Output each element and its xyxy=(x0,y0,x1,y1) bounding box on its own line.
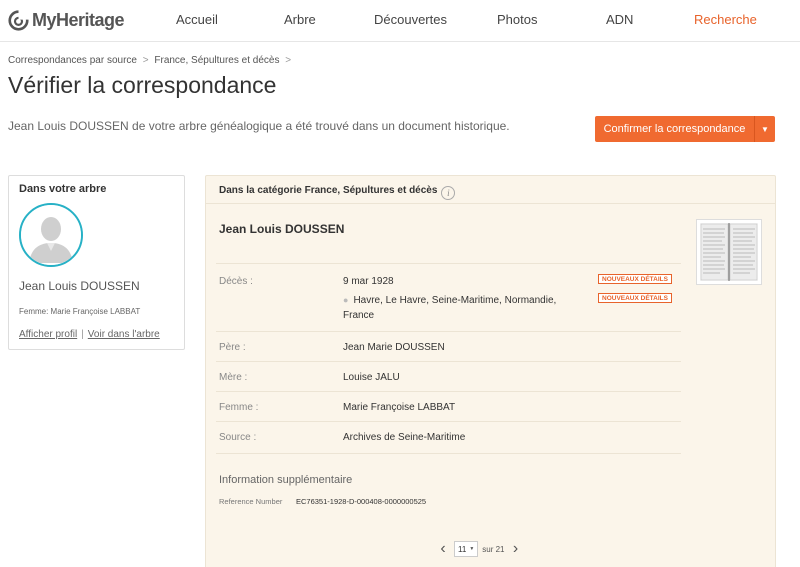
breadcrumb-separator: > xyxy=(285,55,292,66)
death-place: ● Havre, Le Havre, Seine-Maritime, Norman… xyxy=(343,295,556,306)
record-pager: ‹ 11 ▼ sur 21 › xyxy=(436,540,523,558)
record-category-header: Dans la catégorie France, Sépultures et … xyxy=(219,185,456,200)
top-navigation: MyHeritage Accueil Arbre Découvertes Pho… xyxy=(0,0,800,42)
tree-person-name: Jean Louis DOUSSEN xyxy=(19,279,140,293)
location-pin-icon: ● xyxy=(343,295,349,305)
new-details-badge: NOUVEAUX DÉTAILS xyxy=(598,274,672,284)
nav-recherche[interactable]: Recherche xyxy=(694,12,757,27)
father-value: Jean Marie DOUSSEN xyxy=(343,342,445,353)
spouse-value: Marie Françoise LABBAT xyxy=(343,402,456,413)
page-select-value: 11 xyxy=(458,544,467,554)
avatar[interactable] xyxy=(19,203,83,267)
record-category-label: Dans la catégorie France, Sépultures et … xyxy=(219,185,438,196)
chevron-down-icon: ▼ xyxy=(761,124,769,134)
father-label: Père : xyxy=(219,342,246,353)
chevron-right-icon[interactable]: › xyxy=(509,541,523,557)
confirm-match-button[interactable]: Confirmer la correspondance xyxy=(595,116,755,142)
tree-card-title: Dans votre arbre xyxy=(19,183,107,195)
source-value: Archives de Seine-Maritime xyxy=(343,432,466,443)
document-thumbnail[interactable] xyxy=(696,219,762,285)
death-date: 9 mar 1928 xyxy=(343,276,394,287)
death-place-line2: France xyxy=(343,310,375,321)
logo-text: MyHeritage xyxy=(32,9,125,30)
confirm-match-button-group: Confirmer la correspondance ▼ xyxy=(595,116,775,142)
breadcrumb: Correspondances par source > France, Sép… xyxy=(8,55,294,66)
record-panel: Dans la catégorie France, Sépultures et … xyxy=(205,175,776,567)
myheritage-logo[interactable]: MyHeritage xyxy=(8,9,125,31)
link-separator: | xyxy=(81,329,84,340)
mother-label: Mère : xyxy=(219,372,248,383)
info-icon[interactable]: i xyxy=(441,186,456,200)
mother-value: Louise JALU xyxy=(343,372,400,383)
nav-arbre[interactable]: Arbre xyxy=(284,12,316,27)
person-silhouette-icon xyxy=(21,205,81,265)
death-label: Décès : xyxy=(219,276,253,287)
reference-number-label: Reference Number xyxy=(219,497,283,506)
record-panel-header: Dans la catégorie France, Sépultures et … xyxy=(206,176,775,204)
breadcrumb-item-matches-by-source[interactable]: Correspondances par source xyxy=(8,55,137,66)
document-image xyxy=(700,223,758,281)
record-person-name: Jean Louis DOUSSEN xyxy=(219,222,345,236)
nav-accueil[interactable]: Accueil xyxy=(176,12,218,27)
spouse-label: Femme : xyxy=(219,402,259,413)
source-label: Source : xyxy=(219,432,257,443)
breadcrumb-item-collection[interactable]: France, Sépultures et décès xyxy=(154,55,279,66)
chevron-left-icon[interactable]: ‹ xyxy=(436,541,450,557)
nav-decouvertes[interactable]: Découvertes xyxy=(374,12,447,27)
record-field-death: Décès : 9 mar 1928 ● Havre, Le Havre, Sei… xyxy=(216,263,681,331)
record-field-source: Source : Archives de Seine-Maritime xyxy=(216,421,681,453)
breadcrumb-separator: > xyxy=(142,55,149,66)
divider xyxy=(216,453,681,454)
view-in-tree-link[interactable]: Voir dans l'arbre xyxy=(88,329,160,340)
view-profile-link[interactable]: Afficher profil xyxy=(19,329,77,340)
page-total: sur 21 xyxy=(482,544,505,554)
new-details-badge: NOUVEAUX DÉTAILS xyxy=(598,293,672,303)
death-place-line1: Havre, Le Havre, Seine-Maritime, Normand… xyxy=(353,295,557,306)
nav-photos[interactable]: Photos xyxy=(497,12,537,27)
myheritage-logo-icon xyxy=(8,9,29,31)
record-field-father: Père : Jean Marie DOUSSEN xyxy=(216,331,681,361)
match-summary: Jean Louis DOUSSEN de votre arbre généal… xyxy=(8,119,510,133)
tree-card-links: Afficher profil | Voir dans l'arbre xyxy=(19,329,160,340)
nav-adn[interactable]: ADN xyxy=(606,12,633,27)
tree-person-card: Dans votre arbre Jean Louis DOUSSEN Femm… xyxy=(8,175,185,350)
tree-person-spouse: Femme: Marie Françoise LABBAT xyxy=(19,307,141,316)
page-select[interactable]: 11 ▼ xyxy=(454,541,479,557)
additional-info-title: Information supplémentaire xyxy=(219,474,353,486)
confirm-options-dropdown[interactable]: ▼ xyxy=(755,116,775,142)
record-field-spouse: Femme : Marie Françoise LABBAT xyxy=(216,391,681,421)
page-title: Vérifier la correspondance xyxy=(8,72,277,98)
reference-number-value: EC76351-1928-D-000408-0000000525 xyxy=(296,497,427,506)
chevron-down-icon: ▼ xyxy=(469,546,475,552)
record-field-mother: Mère : Louise JALU xyxy=(216,361,681,391)
